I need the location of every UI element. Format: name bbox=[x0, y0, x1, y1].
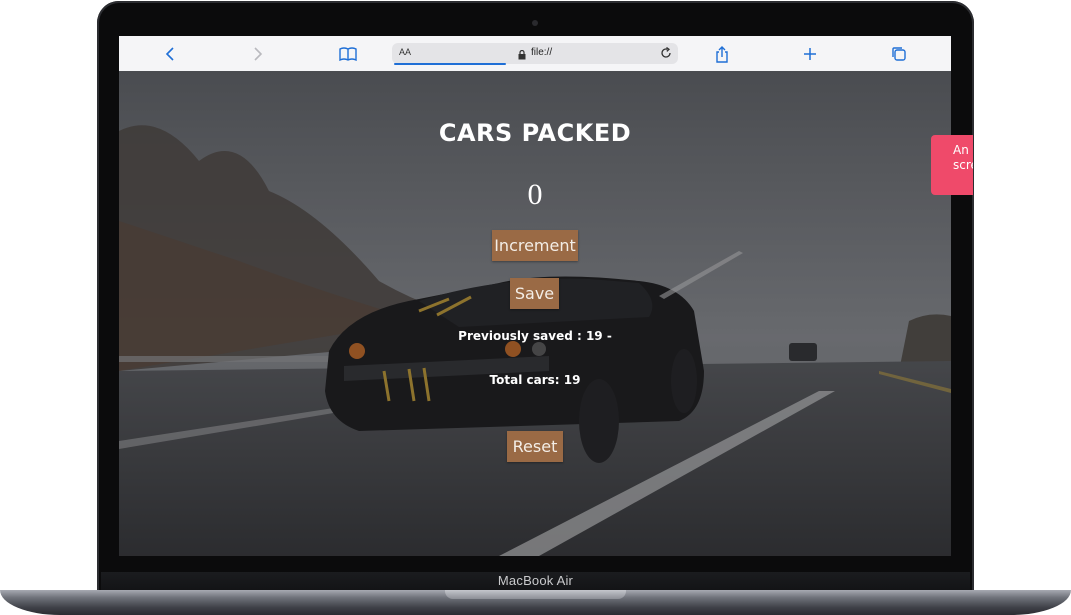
app-content: CARS PACKED 0 Increment Save Previously … bbox=[119, 71, 951, 556]
screen: AA file:// CARS PACKED 0 Increment Save … bbox=[119, 36, 951, 556]
count-value: 0 bbox=[527, 178, 543, 211]
page-load-progress bbox=[394, 63, 506, 65]
device-label: MacBook Air bbox=[497, 573, 574, 588]
forward-icon[interactable] bbox=[247, 43, 269, 65]
address-bar[interactable]: AA file:// bbox=[392, 43, 678, 65]
tabs-icon[interactable] bbox=[888, 43, 910, 65]
new-tab-icon[interactable] bbox=[799, 43, 821, 65]
laptop-mockup: AA file:// CARS PACKED 0 Increment Save … bbox=[0, 0, 1071, 615]
web-page: CARS PACKED 0 Increment Save Previously … bbox=[119, 71, 951, 556]
toast-notification[interactable]: An scre bbox=[931, 135, 973, 195]
total-cars-text: Total cars: 19 bbox=[489, 373, 581, 387]
browser-toolbar: AA file:// bbox=[119, 36, 951, 72]
share-icon[interactable] bbox=[711, 43, 733, 65]
increment-button[interactable]: Increment bbox=[492, 230, 578, 261]
camera bbox=[532, 20, 538, 26]
reader-aa-button[interactable]: AA bbox=[399, 47, 411, 57]
toast-line-2: scre bbox=[953, 158, 973, 172]
address-url: file:// bbox=[531, 47, 553, 58]
reset-button[interactable]: Reset bbox=[507, 431, 563, 462]
back-icon[interactable] bbox=[159, 43, 181, 65]
previously-saved-text: Previously saved : 19 - bbox=[458, 329, 612, 343]
reload-icon[interactable] bbox=[660, 46, 672, 64]
bookmarks-icon[interactable] bbox=[337, 43, 359, 65]
lock-icon bbox=[518, 47, 526, 65]
save-button[interactable]: Save bbox=[510, 278, 559, 309]
toast-line-1: An bbox=[953, 143, 969, 157]
page-title: CARS PACKED bbox=[438, 119, 632, 147]
laptop-notch bbox=[445, 590, 626, 599]
